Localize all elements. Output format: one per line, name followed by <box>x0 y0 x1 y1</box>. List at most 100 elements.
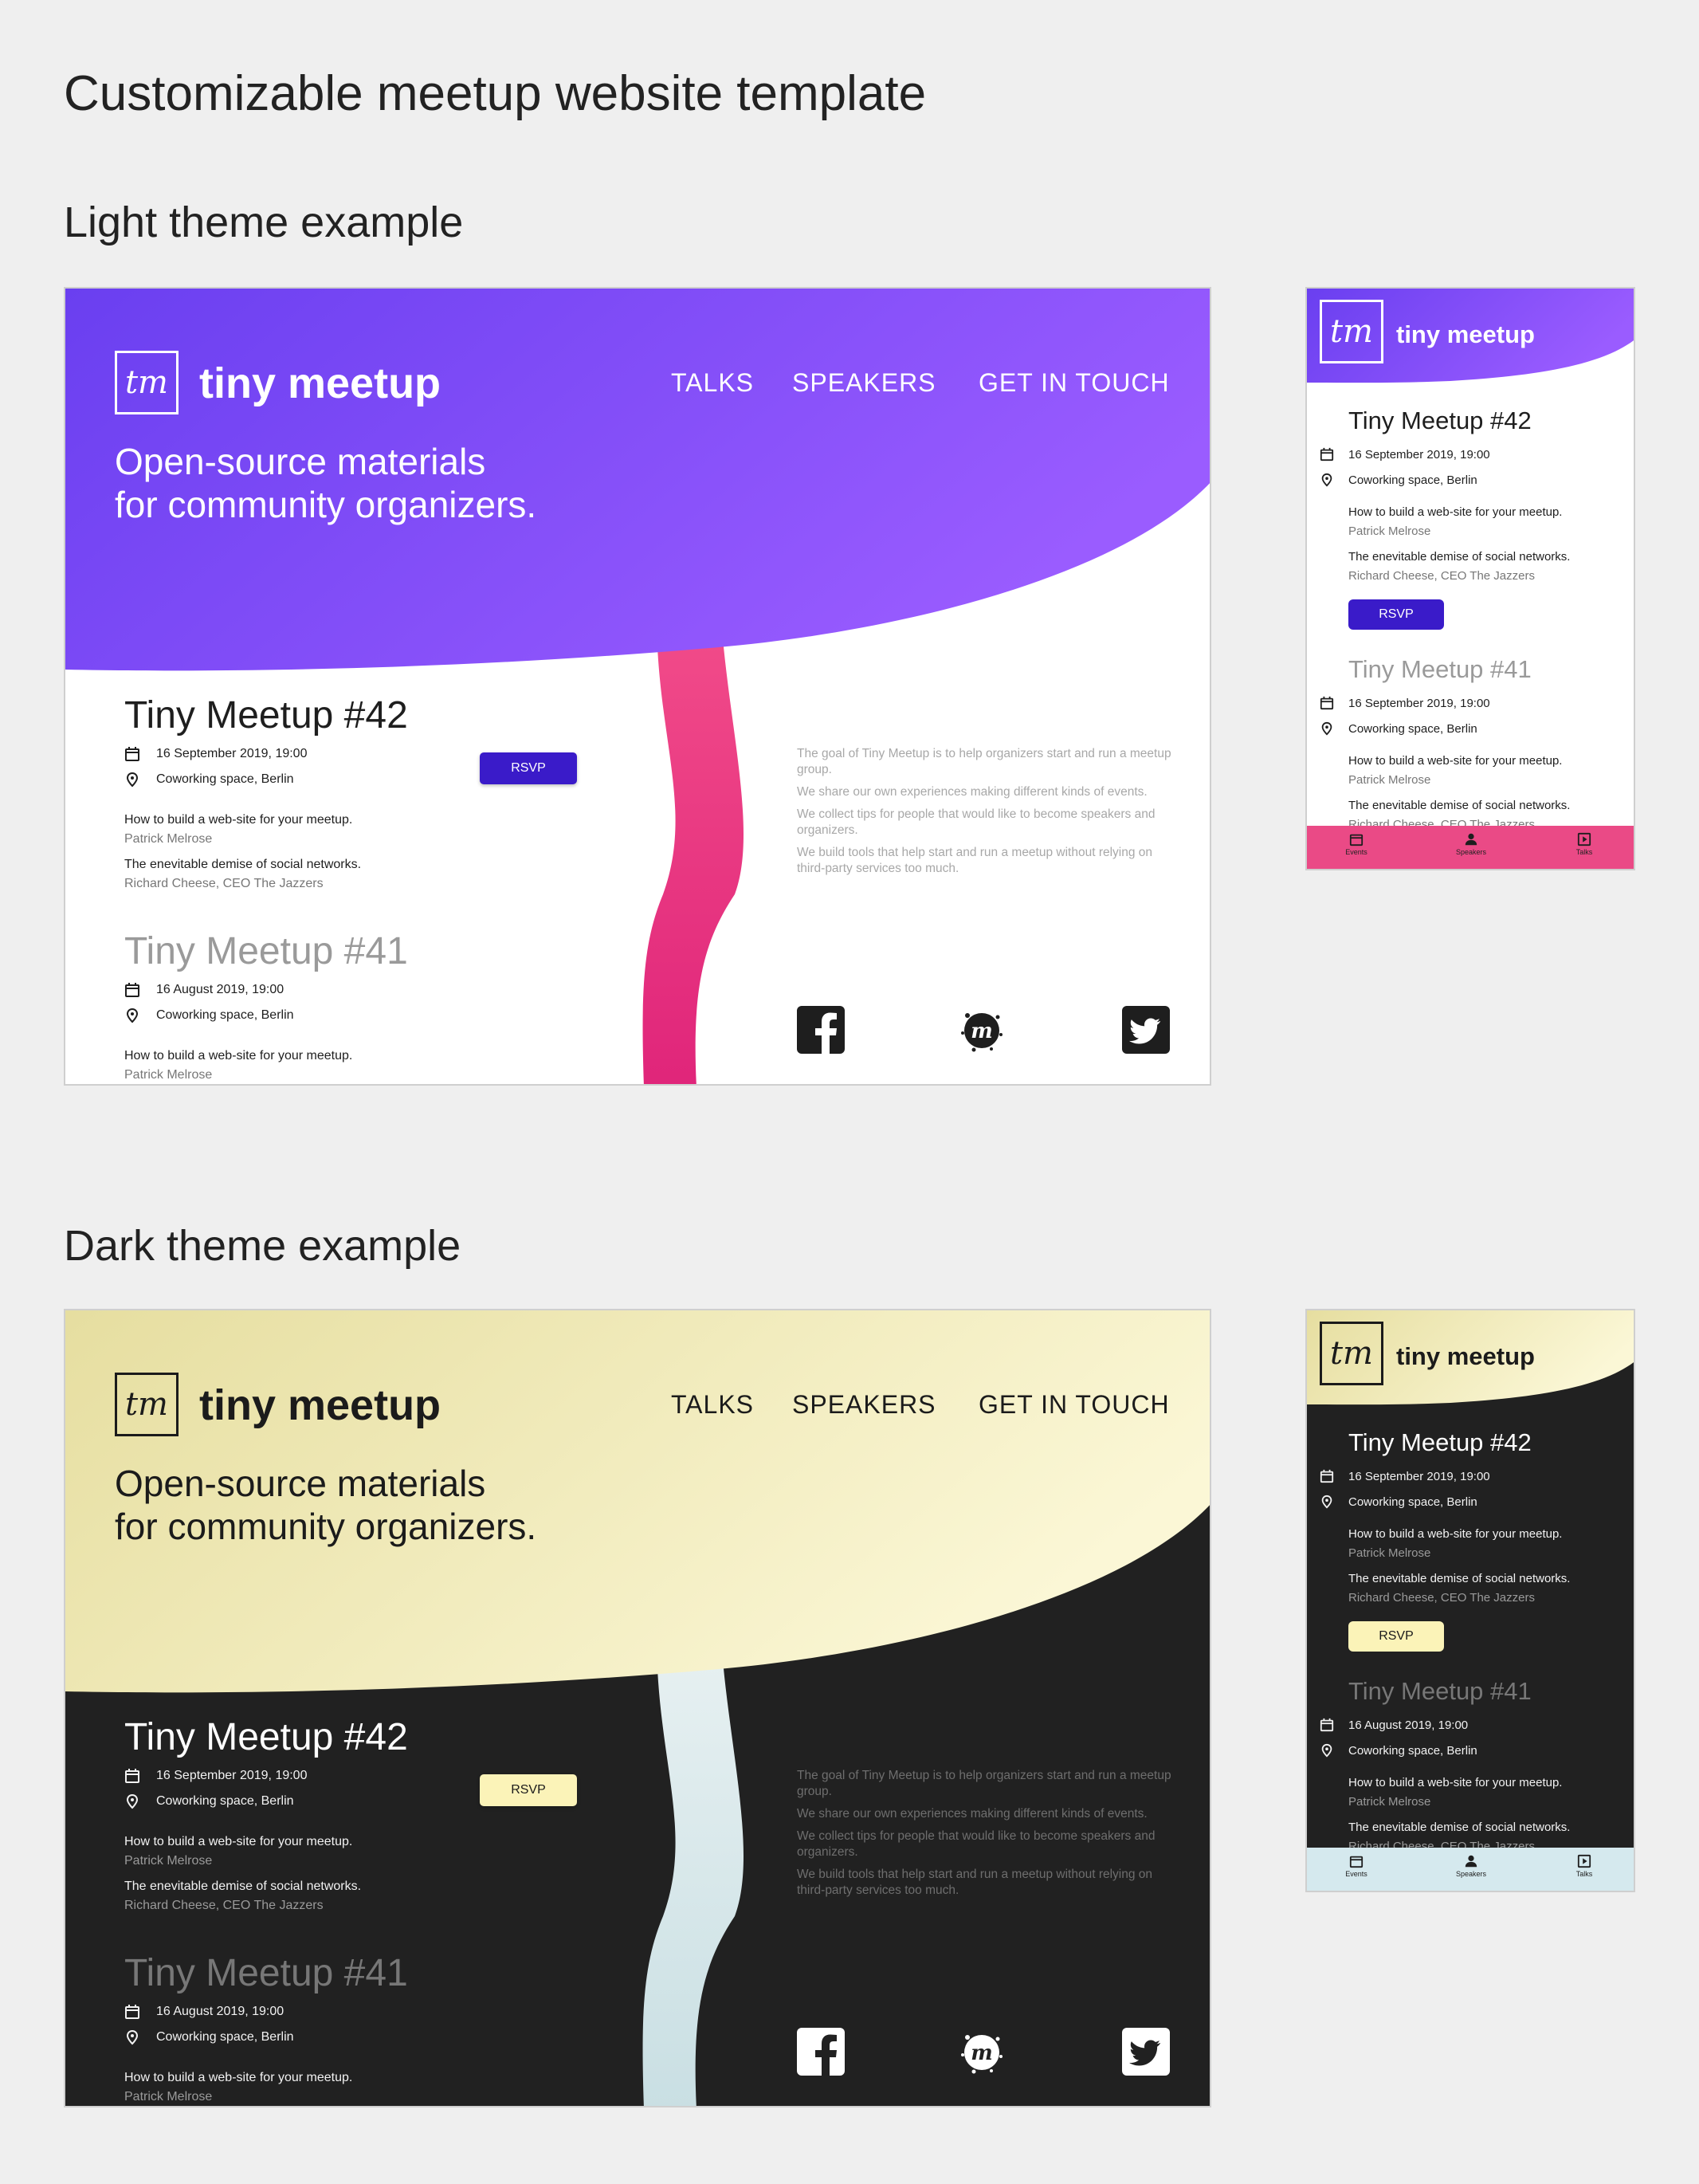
tab-events[interactable]: Events <box>1324 829 1388 856</box>
logo-mark[interactable]: tm <box>1320 1322 1383 1385</box>
facebook-icon[interactable] <box>797 2028 845 2076</box>
tab-events[interactable]: Events <box>1324 1851 1388 1878</box>
logo-text[interactable]: tiny meetup <box>1396 1342 1535 1371</box>
talk-title: The enevitable demise of social networks… <box>1348 1572 1571 1585</box>
page-title: Customizable meetup website template <box>64 66 927 121</box>
person-icon <box>1465 1855 1477 1868</box>
tab-speakers[interactable]: Speakers <box>1439 1851 1503 1878</box>
event-41-title: Tiny Meetup #41 <box>1348 655 1532 683</box>
rsvp-button[interactable]: RSVP <box>480 1774 577 1806</box>
nav-talks[interactable]: TALKS <box>671 368 754 398</box>
tab-speakers[interactable]: Speakers <box>1439 829 1503 856</box>
event-41-date: 16 August 2019, 19:00 <box>125 2005 284 2019</box>
talk-title: How to build a web-site for your meetup. <box>124 2071 353 2084</box>
event-42-date: 16 September 2019, 19:00 <box>125 747 307 761</box>
event-42-location: Coworking space, Berlin <box>126 1793 294 1809</box>
svg-text:m: m <box>971 2041 993 2065</box>
event-41-date: 16 August 2019, 19:00 <box>125 983 284 997</box>
logo-mark[interactable]: tm <box>115 1373 179 1436</box>
talk-speaker: Patrick Melrose <box>1348 1795 1431 1809</box>
talk-title: The enevitable demise of social networks… <box>124 1880 362 1893</box>
nav-get-in-touch[interactable]: GET IN TOUCH <box>979 368 1170 398</box>
twitter-icon[interactable] <box>1122 2028 1170 2076</box>
event-42-date: 16 September 2019, 19:00 <box>125 1769 307 1783</box>
talk-title: The enevitable demise of social networks… <box>124 858 362 871</box>
event-41-title: Tiny Meetup #41 <box>124 1952 408 1994</box>
talk-title: How to build a web-site for your meetup. <box>1348 505 1563 519</box>
talk-speaker: Patrick Melrose <box>1348 773 1431 787</box>
meetup-icon[interactable]: m <box>958 1006 1006 1054</box>
calendar-icon <box>1320 1469 1334 1483</box>
event-41-location: Coworking space, Berlin <box>1321 721 1477 736</box>
event-41-title: Tiny Meetup #41 <box>124 930 408 972</box>
event-42-title: Tiny Meetup #42 <box>124 694 408 737</box>
nav-get-in-touch[interactable]: GET IN TOUCH <box>979 1390 1170 1420</box>
talk-title: How to build a web-site for your meetup. <box>124 813 353 827</box>
talk-speaker: Richard Cheese, CEO The Jazzers <box>124 1899 324 1912</box>
calendar-icon <box>1320 696 1334 710</box>
light-mobile-preview: tm tiny meetup Tiny Meetup #42 16 Septem… <box>1305 287 1635 870</box>
about-text: The goal of Tiny Meetup is to help organ… <box>797 1769 1171 1897</box>
meetup-icon[interactable]: m <box>958 2028 1006 2076</box>
light-section-title: Light theme example <box>64 198 464 246</box>
location-pin-icon <box>1321 473 1332 487</box>
calendar-icon <box>125 1769 139 1783</box>
logo-text[interactable]: tiny meetup <box>199 1381 441 1430</box>
logo-text[interactable]: tiny meetup <box>1396 320 1535 349</box>
event-42-date: 16 September 2019, 19:00 <box>1320 1469 1490 1483</box>
svg-text:m: m <box>971 1019 993 1043</box>
event-42-title: Tiny Meetup #42 <box>1348 407 1532 434</box>
tab-talks[interactable]: Talks <box>1552 829 1616 856</box>
talk-title: How to build a web-site for your meetup. <box>124 1835 353 1848</box>
location-pin-icon <box>126 1793 139 1809</box>
talk-speaker: Richard Cheese, CEO The Jazzers <box>1348 1591 1535 1605</box>
talk-speaker: Richard Cheese, CEO The Jazzers <box>124 877 324 890</box>
calendar-icon <box>1320 1718 1334 1732</box>
location-pin-icon <box>1321 721 1332 736</box>
play-icon <box>1577 1854 1591 1868</box>
nav-speakers[interactable]: SPEAKERS <box>792 1390 936 1420</box>
location-pin-icon <box>1321 1495 1332 1509</box>
rsvp-button[interactable]: RSVP <box>1348 1621 1444 1652</box>
dark-mobile-preview: tm tiny meetup Tiny Meetup #42 16 Septem… <box>1305 1309 1635 1892</box>
tagline: Open-source materials for community orga… <box>115 441 537 525</box>
nav-talks[interactable]: TALKS <box>671 1390 754 1420</box>
talk-speaker: Patrick Melrose <box>124 2090 213 2103</box>
event-41-date: 16 September 2019, 19:00 <box>1320 696 1490 710</box>
event-42-location: Coworking space, Berlin <box>1321 1495 1477 1509</box>
calendar-icon <box>125 983 139 997</box>
talk-title: How to build a web-site for your meetup. <box>1348 1776 1563 1789</box>
calendar-icon <box>1349 834 1364 846</box>
location-pin-icon <box>1321 1743 1332 1758</box>
dark-desktop-preview: tm tiny meetup TALKS SPEAKERS GET IN TOU… <box>64 1309 1211 2107</box>
location-pin-icon <box>126 772 139 788</box>
talk-title: How to build a web-site for your meetup. <box>1348 754 1563 768</box>
talk-title: How to build a web-site for your meetup. <box>124 1049 353 1063</box>
logo-mark[interactable]: tm <box>1320 300 1383 363</box>
location-pin-icon <box>126 1008 139 1023</box>
talk-speaker: Patrick Melrose <box>124 1068 213 1082</box>
rsvp-button[interactable]: RSVP <box>1348 599 1444 630</box>
talk-speaker: Patrick Melrose <box>124 1854 213 1868</box>
calendar-icon <box>1349 1856 1364 1868</box>
event-41-date: 16 August 2019, 19:00 <box>1320 1718 1468 1732</box>
play-icon <box>1577 832 1591 846</box>
facebook-icon[interactable] <box>797 1006 845 1054</box>
tagline: Open-source materials for community orga… <box>115 1463 537 1547</box>
event-42-title: Tiny Meetup #42 <box>124 1716 408 1758</box>
talk-title: The enevitable demise of social networks… <box>1348 550 1571 564</box>
talk-title: The enevitable demise of social networks… <box>1348 799 1571 812</box>
twitter-icon[interactable] <box>1122 1006 1170 1054</box>
talk-speaker: Richard Cheese, CEO The Jazzers <box>1348 569 1535 583</box>
logo-text[interactable]: tiny meetup <box>199 359 441 408</box>
tab-talks[interactable]: Talks <box>1552 1851 1616 1878</box>
dark-section-title: Dark theme example <box>64 1222 461 1270</box>
event-42-date: 16 September 2019, 19:00 <box>1320 447 1490 462</box>
calendar-icon <box>125 2005 139 2019</box>
logo-mark[interactable]: tm <box>115 351 179 414</box>
event-41-location: Coworking space, Berlin <box>1321 1743 1477 1758</box>
rsvp-button[interactable]: RSVP <box>480 752 577 784</box>
event-42-location: Coworking space, Berlin <box>1321 473 1477 487</box>
bottom-tab-bar: Events Speakers Talks <box>1307 826 1634 869</box>
nav-speakers[interactable]: SPEAKERS <box>792 368 936 398</box>
